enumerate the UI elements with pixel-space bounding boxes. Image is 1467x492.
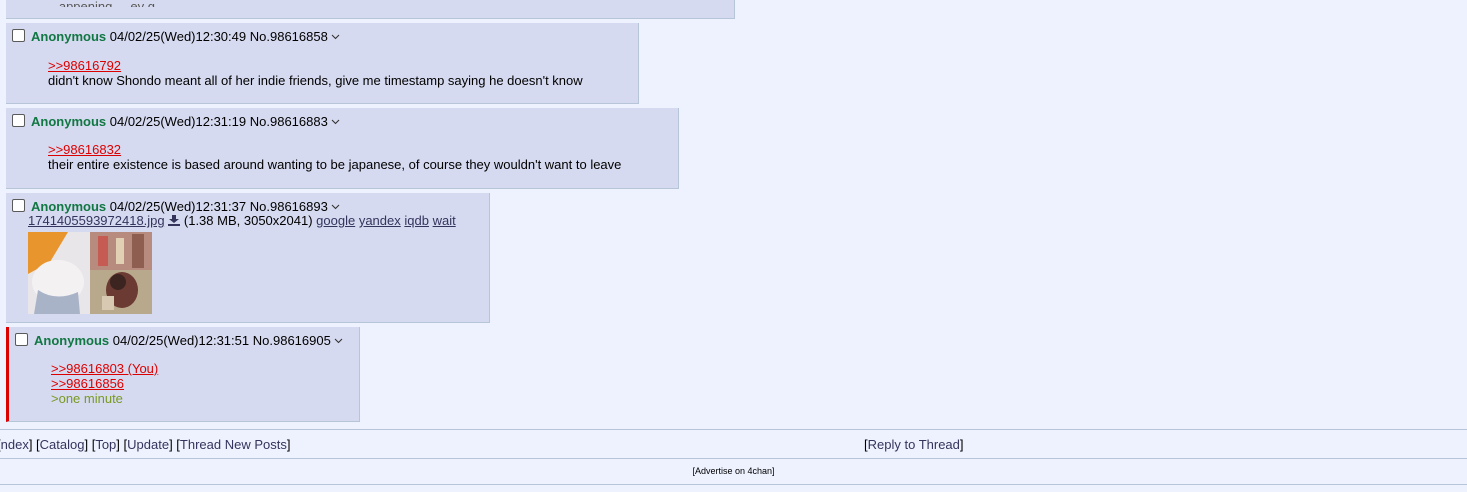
- post-datetime: 04/02/25(Wed)12:31:19: [109, 114, 247, 129]
- chevron-down-icon[interactable]: [331, 28, 340, 44]
- advertise-link[interactable]: [Advertise on 4chan]: [692, 466, 774, 476]
- nav-links: [ndex] [Catalog] [Top] [Update] [Thread …: [0, 437, 291, 452]
- post-number[interactable]: No.98616905: [253, 333, 331, 348]
- post-98616893: Anonymous 04/02/25(Wed)12:31:37 No.98616…: [6, 193, 490, 323]
- post-datetime: 04/02/25(Wed)12:31:37: [109, 199, 247, 214]
- post-number[interactable]: No.98616893: [250, 199, 328, 214]
- poster-name: Anonymous: [34, 333, 110, 348]
- post-header: Anonymous 04/02/25(Wed)12:31:19 No.98616…: [12, 113, 340, 130]
- post-message: >>98616792 didn't know Shondo meant all …: [48, 58, 583, 88]
- advertise-bar: [Advertise on 4chan]: [0, 459, 1467, 485]
- poster-name: Anonymous: [31, 29, 107, 44]
- image-thumbnail[interactable]: [28, 232, 152, 314]
- post-select-checkbox[interactable]: [15, 333, 28, 346]
- poster-name: Anonymous: [31, 114, 107, 129]
- post-select-checkbox[interactable]: [12, 199, 25, 212]
- file-name-link[interactable]: 1741405593972418.jpg: [28, 213, 165, 228]
- search-wait-link[interactable]: wait: [433, 213, 456, 228]
- post-message: >>98616832 their entire existence is bas…: [48, 142, 621, 172]
- nav-top-link[interactable]: Top: [95, 437, 116, 452]
- quote-link[interactable]: >>98616792: [48, 58, 583, 73]
- search-yandex-link[interactable]: yandex: [359, 213, 401, 228]
- nav-update-link[interactable]: Update: [127, 437, 169, 452]
- nav-thread-new-posts-link[interactable]: Thread New Posts: [180, 437, 287, 452]
- chevron-down-icon[interactable]: [334, 332, 343, 348]
- post-number[interactable]: No.98616883: [250, 114, 328, 129]
- download-icon[interactable]: [168, 213, 181, 228]
- post-select-checkbox[interactable]: [12, 29, 25, 42]
- reply-to-thread-link[interactable]: Reply to Thread: [868, 437, 960, 452]
- file-meta: (1.38 MB, 3050x2041): [183, 213, 313, 228]
- reply-to-thread: [Reply to Thread]: [864, 437, 964, 452]
- post-select-checkbox[interactable]: [12, 114, 25, 127]
- search-google-link[interactable]: google: [316, 213, 355, 228]
- post-datetime: 04/02/25(Wed)12:30:49: [109, 29, 247, 44]
- nav-catalog-link[interactable]: Catalog: [40, 437, 85, 452]
- post-partial-text: ...appening, ...ey g...: [48, 0, 166, 14]
- post-header: Anonymous 04/02/25(Wed)12:30:49 No.98616…: [12, 28, 340, 45]
- chevron-down-icon[interactable]: [331, 198, 340, 214]
- post-text: didn't know Shondo meant all of her indi…: [48, 73, 583, 88]
- greentext: >one minute: [51, 391, 123, 406]
- post-partial: ...appening, ...ey g...: [6, 0, 735, 19]
- post-datetime: 04/02/25(Wed)12:31:51: [112, 333, 250, 348]
- post-text: their entire existence is based around w…: [48, 157, 622, 172]
- file-info: 1741405593972418.jpg (1.38 MB, 3050x2041…: [28, 213, 456, 228]
- post-message: >>98616803 (You) >>98616856 >one minute: [51, 361, 158, 406]
- nav-index-link[interactable]: ndex: [1, 437, 29, 452]
- thread-nav-bar: [ndex] [Catalog] [Top] [Update] [Thread …: [0, 429, 1467, 459]
- quote-link[interactable]: >>98616856: [51, 376, 158, 391]
- post-header: Anonymous 04/02/25(Wed)12:31:51 No.98616…: [15, 332, 343, 349]
- post-98616858: Anonymous 04/02/25(Wed)12:30:49 No.98616…: [6, 23, 639, 104]
- quote-link-you[interactable]: >>98616803 (You): [51, 361, 158, 376]
- quote-link[interactable]: >>98616832: [48, 142, 621, 157]
- post-number[interactable]: No.98616858: [250, 29, 328, 44]
- poster-name: Anonymous: [31, 199, 107, 214]
- post-98616883: Anonymous 04/02/25(Wed)12:31:19 No.98616…: [6, 108, 679, 189]
- post-98616905: Anonymous 04/02/25(Wed)12:31:51 No.98616…: [6, 327, 360, 422]
- search-iqdb-link[interactable]: iqdb: [404, 213, 429, 228]
- chevron-down-icon[interactable]: [331, 113, 340, 129]
